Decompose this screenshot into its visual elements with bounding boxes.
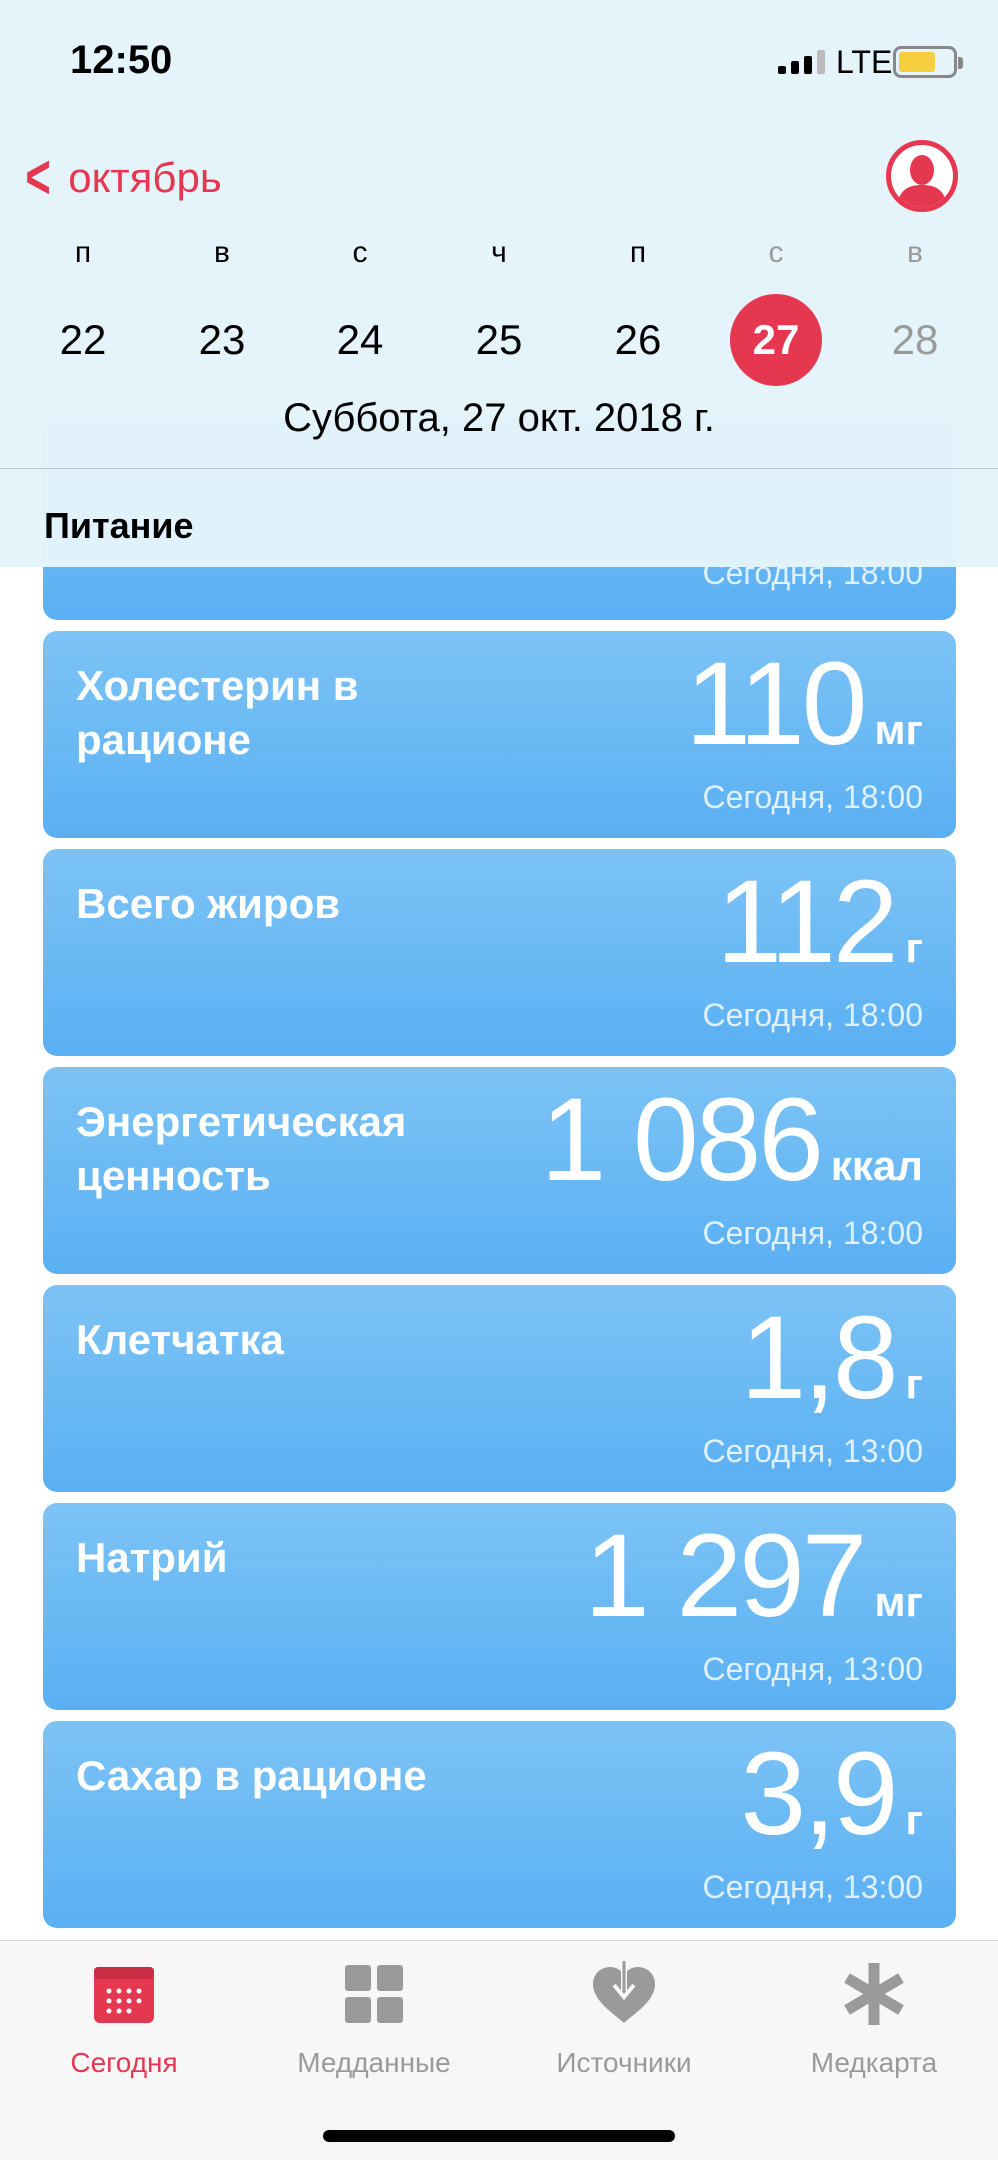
date-cell-selected[interactable]: 27 (730, 294, 822, 386)
weekday-label: с (768, 236, 784, 269)
date-cell[interactable]: 26 (588, 300, 688, 380)
card-value: 110 мг (685, 639, 923, 769)
profile-button[interactable] (886, 140, 958, 212)
card-number: 1 297 (584, 1510, 867, 1642)
tab-label: Источники (556, 2047, 692, 2078)
chevron-left-icon: < (25, 143, 51, 212)
card-time: Сегодня, 18:00 (702, 779, 924, 815)
weekday-label: с (352, 236, 368, 269)
card-title: Холестерин в рационе (76, 662, 359, 763)
card-title: Натрий (76, 1534, 228, 1581)
nutrition-card-sodium[interactable]: Натрий 1 297 мг Сегодня, 13:00 (43, 1503, 956, 1710)
weekday-label: п (629, 236, 647, 269)
card-value: 1 086 ккал (541, 1075, 923, 1205)
card-unit: г (905, 1360, 924, 1407)
card-title: Сахар в рационе (76, 1752, 427, 1799)
card-time: Сегодня, 18:00 (702, 1215, 924, 1251)
tab-bar: Сегодня Медданные Источники Медкарта (0, 1940, 998, 2160)
card-unit: г (905, 1796, 924, 1843)
date-cell[interactable]: 25 (449, 300, 549, 380)
signal-icon (778, 50, 825, 74)
card-number: 3,9 (740, 1728, 898, 1860)
card-title: Клетчатка (76, 1316, 284, 1363)
header-divider (0, 468, 998, 469)
card-unit: мг (874, 1578, 923, 1625)
card-number: 1 086 (540, 1074, 824, 1206)
status-bar: 12:50 LTE (0, 0, 998, 120)
card-number: 110 (685, 638, 867, 770)
card-unit: ккал (830, 1142, 923, 1189)
section-title: Питание (44, 505, 194, 546)
weekday-label: п (74, 236, 92, 269)
tab-sources[interactable]: Источники (514, 1959, 734, 2079)
card-value: 112 г (716, 857, 923, 987)
tab-medical-id[interactable]: Медкарта (764, 1959, 984, 2079)
tab-label: Сегодня (70, 2047, 178, 2078)
weekday-label: в (907, 236, 923, 269)
grid-icon (345, 1965, 403, 2023)
selected-full-date: Суббота, 27 окт. 2018 г. (283, 396, 715, 440)
asterisk-icon (844, 1963, 904, 2025)
card-title: Энергетическая ценность (76, 1098, 407, 1199)
card-value: 1,8 г (740, 1293, 923, 1423)
card-unit: мг (874, 706, 923, 753)
person-icon (897, 155, 947, 207)
card-value: 3,9 г (740, 1729, 923, 1859)
date-cell[interactable]: 23 (172, 300, 272, 380)
date-cell[interactable]: 28 (865, 300, 965, 380)
nutrition-card-fiber[interactable]: Клетчатка 1,8 г Сегодня, 13:00 (43, 1285, 956, 1492)
battery-icon (893, 46, 963, 78)
card-number: 112 (716, 856, 898, 988)
nutrition-card-total-fat[interactable]: Всего жиров 112 г Сегодня, 18:00 (43, 849, 956, 1056)
card-number: 1,8 (740, 1292, 898, 1424)
card-time: Сегодня, 13:00 (702, 1651, 924, 1687)
card-time: Сегодня, 13:00 (702, 1433, 924, 1469)
card-time: Сегодня, 13:00 (702, 1869, 924, 1905)
home-indicator[interactable] (323, 2130, 675, 2142)
status-time: 12:50 (70, 38, 173, 82)
weekday-row: п в с ч п с в (0, 236, 998, 276)
calendar-header: 12:50 LTE < октябрь п в с ч п с в 22 23 … (0, 0, 998, 567)
screen: Сегодня, 18:00 Холестерин в рационе 110 … (0, 0, 998, 2160)
tab-health-data[interactable]: Медданные (264, 1959, 484, 2079)
tab-today[interactable]: Сегодня (14, 1959, 234, 2079)
card-title: Всего жиров (76, 880, 341, 927)
nutrition-card-cholesterol[interactable]: Холестерин в рационе 110 мг Сегодня, 18:… (43, 631, 956, 838)
back-button[interactable]: < октябрь (20, 143, 222, 212)
back-label: октябрь (68, 154, 222, 201)
heart-download-icon (593, 1959, 655, 2023)
network-label: LTE (836, 44, 893, 80)
nutrition-card-sugar[interactable]: Сахар в рационе 3,9 г Сегодня, 13:00 (43, 1721, 956, 1928)
card-unit: г (905, 924, 924, 971)
tab-label: Медданные (297, 2047, 451, 2078)
card-time: Сегодня, 18:00 (702, 997, 924, 1033)
date-cell[interactable]: 24 (310, 300, 410, 380)
weekday-label: ч (491, 236, 507, 269)
calendar-icon (94, 1967, 154, 2023)
card-value: 1 297 мг (584, 1511, 923, 1641)
date-cell[interactable]: 22 (33, 300, 133, 380)
date-row: 22 23 24 25 26 27 28 (0, 294, 998, 386)
nutrition-card-energy[interactable]: Энергетическая ценность 1 086 ккал Сегод… (43, 1067, 956, 1274)
weekday-label: в (214, 236, 230, 269)
tab-label: Медкарта (810, 2047, 938, 2078)
